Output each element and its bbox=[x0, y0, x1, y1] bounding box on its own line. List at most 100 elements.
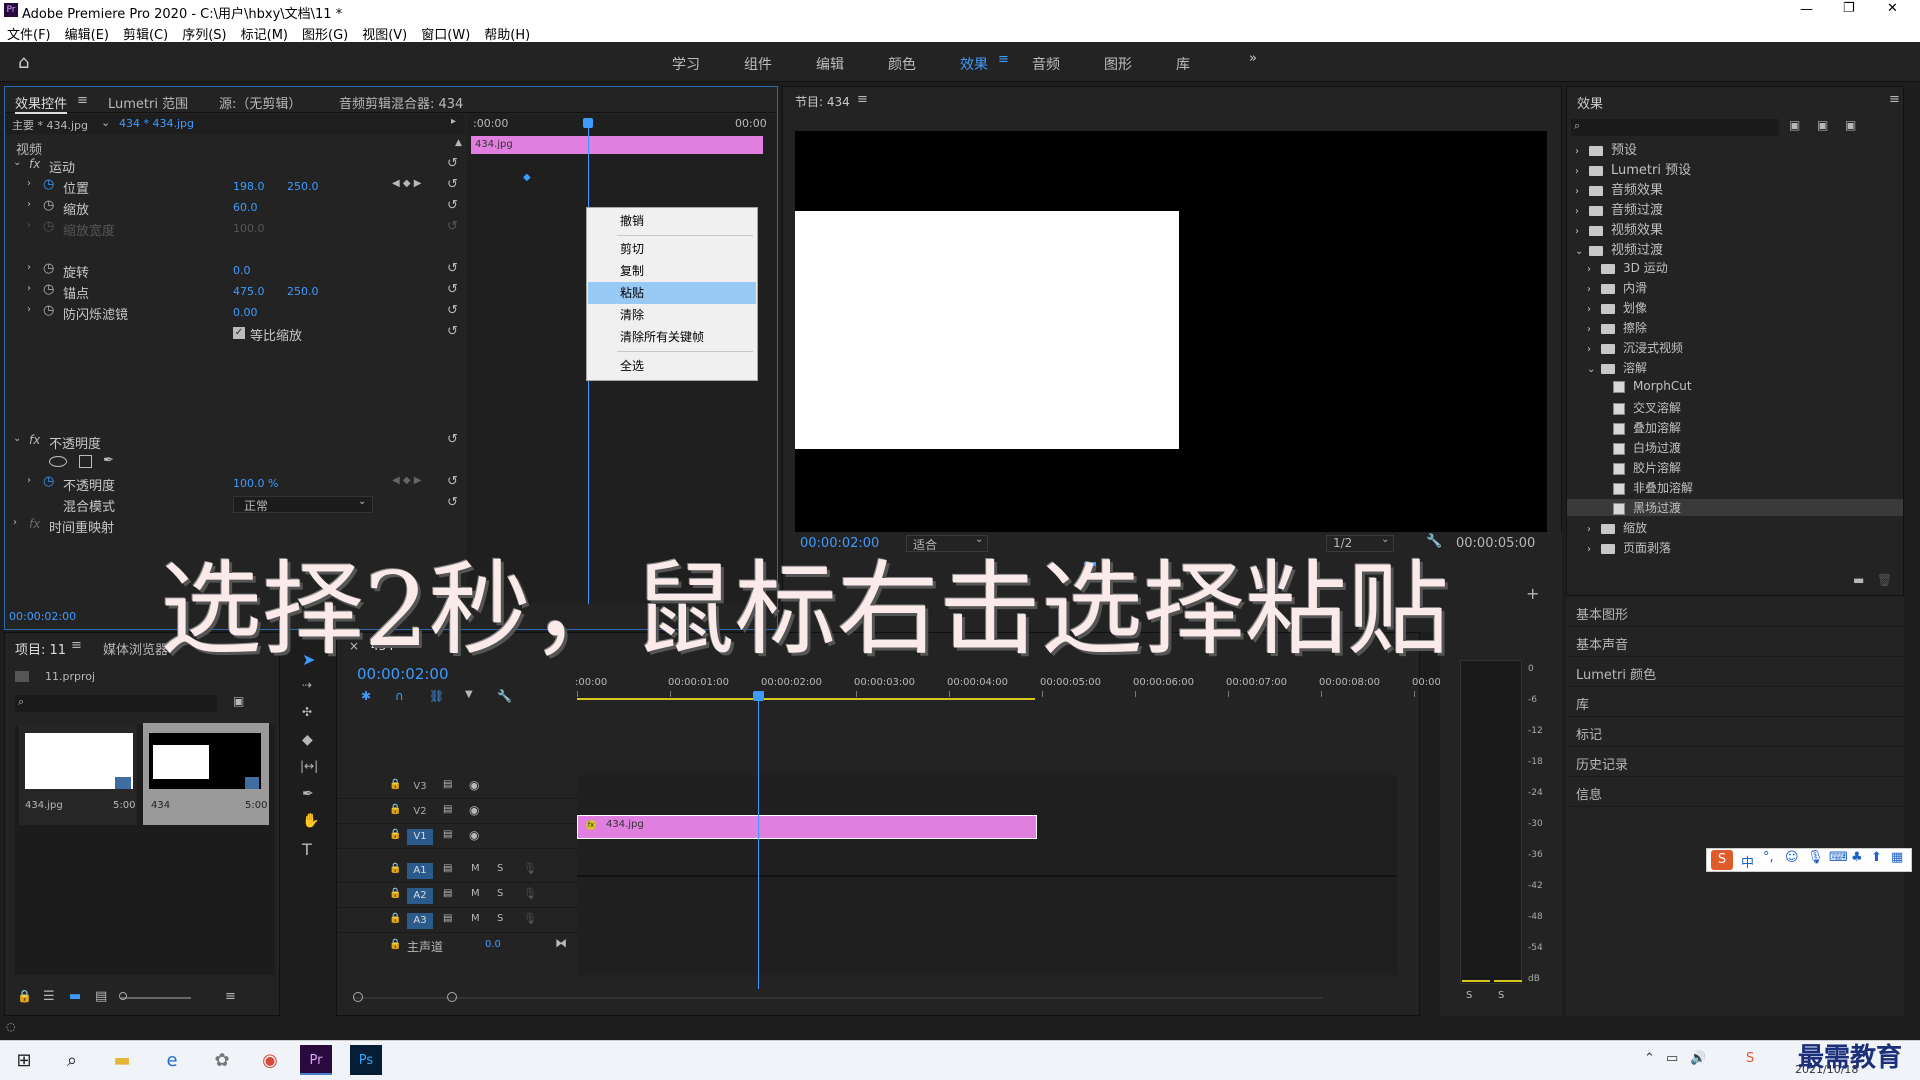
slip-tool-icon[interactable]: |↔| bbox=[300, 759, 318, 773]
workspace-tab-1[interactable]: 组件 bbox=[744, 54, 772, 74]
razor-tool-icon[interactable]: ◆ bbox=[302, 732, 313, 748]
sort-icon[interactable]: ≡ bbox=[225, 989, 236, 1004]
skin-icon[interactable]: ♣ bbox=[1851, 850, 1863, 865]
menu-3[interactable]: 序列(S) bbox=[182, 24, 226, 43]
linked-selection-icon[interactable]: ⛓ bbox=[429, 689, 444, 703]
delete-icon[interactable]: 🗑 bbox=[1877, 573, 1892, 587]
lock-icon[interactable]: 🔒 bbox=[389, 779, 401, 790]
search-icon[interactable]: ⌕ bbox=[54, 1045, 90, 1077]
pen-mask-icon[interactable]: ✒ bbox=[103, 453, 114, 468]
eye-icon[interactable]: ◉ bbox=[469, 778, 479, 792]
stopwatch-icon[interactable]: ◷ bbox=[43, 198, 54, 213]
effect-tree-item[interactable]: 交叉溶解 bbox=[1599, 399, 1681, 416]
master-volume[interactable]: 0.0 bbox=[485, 939, 501, 950]
ellipse-mask-icon[interactable] bbox=[49, 456, 67, 467]
network-icon[interactable]: ▭ bbox=[1666, 1051, 1678, 1066]
maximize-icon[interactable]: ❐ bbox=[1843, 1, 1855, 16]
tab-audio-clip-mixer[interactable]: 音频剪辑混合器: 434 bbox=[339, 93, 463, 112]
ec-playhead-handle[interactable] bbox=[583, 118, 593, 128]
chevron-down-icon[interactable]: ⌄ bbox=[101, 116, 110, 129]
microphone-icon[interactable]: 🎙 bbox=[523, 887, 537, 900]
sogou-tray-icon[interactable]: S bbox=[1746, 1051, 1754, 1066]
lock-icon[interactable]: 🔒 bbox=[389, 913, 401, 924]
property-value-1[interactable]: 100.0 bbox=[233, 222, 265, 235]
ec-timecode[interactable]: 00:00:02:00 bbox=[9, 610, 76, 623]
property-value-2[interactable]: 250.0 bbox=[287, 180, 319, 193]
property-value-1[interactable]: 475.0 bbox=[233, 285, 265, 298]
lock-icon[interactable]: 🔒 bbox=[389, 888, 401, 899]
eye-icon[interactable]: ◉ bbox=[469, 803, 479, 817]
emoji-icon[interactable]: ☺ bbox=[1785, 850, 1799, 865]
workspace-tab-2[interactable]: 编辑 bbox=[816, 54, 844, 74]
effect-tree-item[interactable]: 叠加溶解 bbox=[1599, 419, 1681, 436]
track-target[interactable]: A2 bbox=[407, 888, 433, 904]
workspace-tab-5[interactable]: 音频 bbox=[1032, 54, 1060, 74]
tray-expand-icon[interactable]: ⌃ bbox=[1644, 1051, 1655, 1066]
reset-icon[interactable]: ↺ bbox=[447, 432, 458, 447]
stopwatch-icon[interactable]: ◷ bbox=[43, 282, 54, 297]
solo-button[interactable]: S bbox=[497, 888, 503, 899]
file-explorer-icon[interactable]: ▬ bbox=[104, 1045, 140, 1077]
volume-icon[interactable]: 🔊 bbox=[1690, 1051, 1706, 1066]
reset-icon[interactable]: ↺ bbox=[447, 474, 458, 489]
motion-group[interactable]: ⌄ fx 运动 ↺ bbox=[5, 156, 465, 176]
play-only-audio-icon[interactable]: ▸ bbox=[451, 116, 456, 127]
project-item[interactable]: 434.jpg 5:00 bbox=[19, 725, 137, 825]
reset-icon[interactable]: ↺ bbox=[447, 282, 458, 297]
effect-tree-item[interactable]: › 擦除 bbox=[1587, 319, 1647, 336]
solo-button[interactable]: S bbox=[497, 913, 503, 924]
panel-menu-icon[interactable]: ≡ bbox=[71, 638, 82, 653]
sync-lock-icon[interactable]: ▤ bbox=[443, 888, 452, 899]
zoom-slider[interactable] bbox=[121, 997, 191, 999]
track-area[interactable]: fx 434.jpg bbox=[577, 775, 1397, 975]
lock-icon[interactable]: 🔒 bbox=[17, 989, 32, 1003]
panel-menu-icon[interactable]: ≡ bbox=[857, 92, 868, 107]
add-marker-icon[interactable]: ▼ bbox=[465, 689, 473, 700]
effect-tree-item[interactable]: › 音频效果 bbox=[1575, 179, 1663, 198]
work-area-bar[interactable] bbox=[577, 698, 1035, 700]
effect-tree-item[interactable]: › 内滑 bbox=[1587, 279, 1647, 296]
solo-left-button[interactable]: S bbox=[1466, 990, 1472, 1001]
reset-icon[interactable]: ↺ bbox=[447, 495, 458, 510]
ime-mode[interactable]: 中 bbox=[1741, 852, 1754, 871]
new-bin-icon[interactable]: ▬ bbox=[1853, 573, 1864, 587]
rectangle-mask-icon[interactable] bbox=[79, 455, 92, 468]
hand-tool-icon[interactable]: ✋ bbox=[302, 813, 319, 829]
mute-button[interactable]: M bbox=[471, 863, 480, 874]
track-select-tool-icon[interactable]: ⇢ bbox=[302, 678, 312, 692]
track-target[interactable]: V1 bbox=[407, 829, 433, 845]
reset-icon[interactable]: ↺ bbox=[447, 324, 458, 339]
collapse-icon[interactable]: ▲ bbox=[455, 138, 462, 148]
track-target[interactable]: V2 bbox=[407, 804, 433, 820]
time-ruler[interactable]: :00:00 00:00:01:00 00:00:02:00 00:00:03:00 0… bbox=[575, 673, 1451, 703]
timeline-playhead[interactable] bbox=[758, 693, 759, 989]
property-value-2[interactable]: 250.0 bbox=[287, 285, 319, 298]
menu-item-paste[interactable]: 粘贴 bbox=[588, 282, 756, 304]
icon-view-icon[interactable]: ▬ bbox=[69, 989, 81, 1004]
effect-tree-item[interactable]: ⌄ 视频过渡 bbox=[1575, 239, 1663, 258]
accelerated-effects-icon[interactable]: ▣ bbox=[1789, 118, 1800, 132]
program-title[interactable]: 节目: 434 bbox=[795, 93, 850, 110]
panel-menu-icon[interactable]: ≡ bbox=[1889, 92, 1900, 107]
effect-tree-item[interactable]: › 3D 运动 bbox=[1587, 259, 1668, 276]
workspace-tab-7[interactable]: 库 bbox=[1176, 54, 1190, 74]
reset-icon[interactable]: ↺ bbox=[447, 261, 458, 276]
find-icon[interactable]: ▣ bbox=[233, 694, 244, 708]
uniform-scale-checkbox[interactable]: ✓ bbox=[233, 327, 245, 339]
blend-mode-select[interactable]: 正常 ⌄ bbox=[233, 496, 373, 513]
workspace-menu-icon[interactable]: ≡ bbox=[998, 52, 1009, 67]
lock-icon[interactable]: 🔒 bbox=[389, 863, 401, 874]
menu-7[interactable]: 窗口(W) bbox=[421, 24, 470, 43]
property-value-1[interactable]: 198.0 bbox=[233, 180, 265, 193]
more-workspaces-icon[interactable]: » bbox=[1249, 51, 1257, 66]
tab-lumetri-scopes[interactable]: Lumetri 范围 bbox=[108, 93, 188, 112]
eye-icon[interactable]: ◉ bbox=[469, 828, 479, 842]
stopwatch-icon[interactable]: ◷ bbox=[43, 261, 54, 276]
effect-tree-item[interactable]: › 沉浸式视频 bbox=[1587, 339, 1683, 356]
sync-lock-icon[interactable]: ▤ bbox=[443, 779, 452, 790]
sync-lock-icon[interactable]: ▤ bbox=[443, 863, 452, 874]
effects-title[interactable]: 效果 bbox=[1577, 93, 1603, 112]
timeline-playhead-handle[interactable] bbox=[753, 691, 764, 701]
mute-button[interactable]: M bbox=[471, 913, 480, 924]
track-target[interactable]: A1 bbox=[407, 863, 433, 879]
